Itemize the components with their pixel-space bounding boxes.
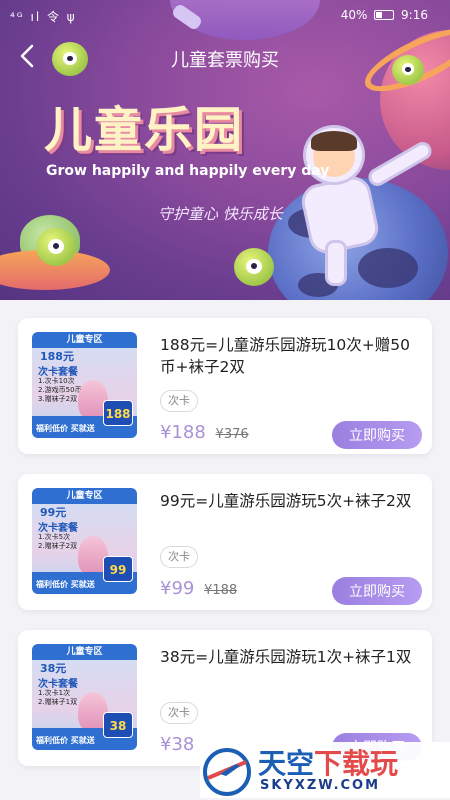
buy-now-button[interactable]: 立即购买 [332, 421, 422, 449]
thumb-price-badge: 38 [103, 712, 133, 738]
banner-slogan: 守护童心 快乐成长 [158, 205, 283, 223]
thumb-footer-text: 福利低价 买就送 [36, 424, 95, 433]
clock: 9:16 [401, 8, 428, 22]
thumb-price-badge: 99 [103, 556, 133, 582]
original-price: ¥376 [215, 427, 249, 442]
product-title: 188元=儿童游乐园游玩10次+赠50币+袜子2双 [160, 336, 411, 376]
status-right: 40% 9:16 [341, 8, 428, 22]
product-tag: 次卡 [160, 702, 198, 724]
product-tag: 次卡 [160, 546, 198, 568]
page-title: 儿童套票购买 [171, 50, 279, 71]
thumb-price-text: 99元 [40, 506, 67, 519]
watermark-url: SKYXZW.COM [260, 778, 381, 793]
product-title: 38元=儿童游乐园游玩1次+袜子1双 [160, 648, 412, 666]
battery-percent: 40% [340, 8, 368, 22]
product-tag: 次卡 [160, 390, 198, 412]
thumb-header: 儿童专区 [32, 644, 137, 660]
current-price: ¥99 [160, 578, 195, 599]
signal-indicators: ⁴ᴳ ıl 令 ψ [10, 10, 77, 24]
watermark-chinese: 天空下载玩 [258, 747, 399, 780]
current-price: ¥188 [160, 422, 206, 443]
plane-logo-icon [200, 744, 254, 798]
product-thumbnail: 儿童专区 99元 次卡套餐 1.次卡5次 2.赠袜子2双 福利低价 买就送 99 [32, 488, 137, 594]
header-banner: 儿童乐园 Grow happily and happily every day … [0, 0, 450, 300]
thumb-price-text: 188元 [40, 350, 74, 363]
product-price: ¥188 ¥376 [160, 422, 249, 443]
product-title: 99元=儿童游乐园游玩5次+袜子2双 [160, 492, 412, 510]
thumb-price-badge: 188 [103, 400, 133, 426]
astronaut-illustration [285, 125, 435, 286]
thumb-lines: 1.次卡1次 2.赠袜子1双 [38, 689, 78, 706]
thumb-header: 儿童专区 [32, 488, 137, 504]
current-price: ¥38 [160, 734, 195, 755]
thumb-sub: 次卡套餐 [38, 679, 78, 690]
original-price: ¥188 [204, 583, 238, 598]
banner-subtitle: Grow happily and happily every day [46, 163, 330, 179]
buy-now-button[interactable]: 立即购买 [332, 577, 422, 605]
thumb-sub: 次卡套餐 [38, 367, 78, 378]
banner-title: 儿童乐园 [44, 102, 245, 158]
thumb-sub: 次卡套餐 [38, 523, 78, 534]
thumb-footer-text: 福利低价 买就送 [36, 580, 95, 589]
thumb-header: 儿童专区 [32, 332, 137, 348]
thumb-footer-text: 福利低价 买就送 [36, 736, 95, 745]
thumb-lines: 1.次卡5次 2.赠袜子2双 [38, 533, 78, 550]
product-card[interactable]: 儿童专区 188元 次卡套餐 1.次卡10次 2.游戏币50币 3.赠袜子2双 … [18, 318, 432, 454]
status-bar: ⁴ᴳ ıl 令 ψ 40% 9:16 [0, 0, 450, 32]
product-card[interactable]: 儿童专区 99元 次卡套餐 1.次卡5次 2.赠袜子2双 福利低价 买就送 99… [18, 474, 432, 610]
product-price: ¥38 [160, 734, 198, 755]
battery-icon [374, 10, 395, 20]
product-price: ¥99 ¥188 [160, 578, 237, 599]
alien-icon [36, 228, 76, 266]
thumb-price-text: 38元 [40, 662, 67, 675]
product-thumbnail: 儿童专区 38元 次卡套餐 1.次卡1次 2.赠袜子1双 福利低价 买就送 38 [32, 644, 137, 750]
product-thumbnail: 儿童专区 188元 次卡套餐 1.次卡10次 2.游戏币50币 3.赠袜子2双 … [32, 332, 137, 438]
thumb-lines: 1.次卡10次 2.游戏币50币 3.赠袜子2双 [38, 377, 82, 403]
alien-icon [234, 248, 274, 286]
watermark: 天空下载玩 SKYXZW.COM [200, 742, 450, 798]
